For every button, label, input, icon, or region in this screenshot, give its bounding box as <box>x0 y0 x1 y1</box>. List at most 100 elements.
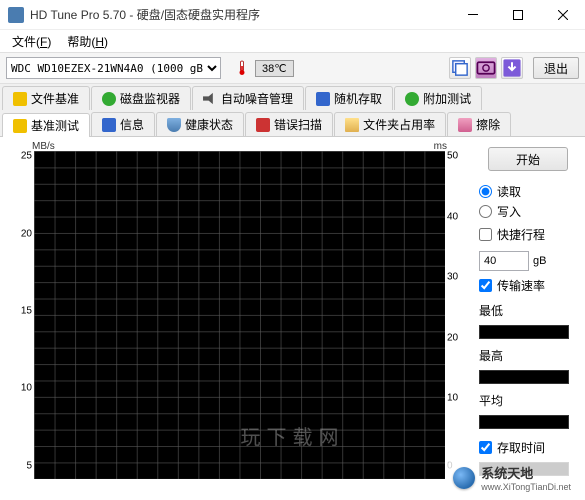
tab-error-scan[interactable]: 错误扫描 <box>245 112 333 136</box>
y-axis-left: MB/s 25 20 15 10 5 <box>6 143 34 479</box>
tab-extra-tests[interactable]: 附加测试 <box>394 86 482 110</box>
access-time-input[interactable] <box>479 441 492 454</box>
y-right-unit: ms <box>434 141 447 152</box>
radio-read-label: 读取 <box>497 183 521 200</box>
avg-label: 平均 <box>479 392 577 409</box>
y-left-tick: 25 <box>21 151 32 162</box>
menu-help[interactable]: 帮助(H) <box>59 31 116 52</box>
tab-label: 健康状态 <box>185 116 233 133</box>
min-value <box>479 325 569 339</box>
radio-write-label: 写入 <box>497 203 521 220</box>
y-right-tick: 50 <box>447 151 458 162</box>
content-area: MB/s 25 20 15 10 5 ms 50 40 30 20 10 0 开… <box>0 137 585 497</box>
tab-label: 信息 <box>120 116 144 133</box>
y-right-tick: 10 <box>447 393 458 404</box>
info-icon <box>102 118 116 132</box>
key-icon <box>13 119 27 133</box>
tab-benchmark[interactable]: 基准测试 <box>2 113 90 137</box>
y-right-tick: 40 <box>447 211 458 222</box>
transfer-rate-input[interactable] <box>479 279 492 292</box>
key-icon <box>13 92 27 106</box>
tab-info[interactable]: 信息 <box>91 112 155 136</box>
app-icon <box>8 7 24 23</box>
drive-select[interactable]: WDC WD10EZEX-21WN4A0 (1000 gB) <box>6 57 221 79</box>
radio-read[interactable]: 读取 <box>479 183 577 200</box>
chart-grid <box>34 151 445 479</box>
tab-label: 磁盘监视器 <box>120 90 180 107</box>
copy-icon[interactable] <box>449 57 471 79</box>
transfer-rate-label: 传输速率 <box>497 277 545 294</box>
avg-value <box>479 415 569 429</box>
window-title: HD Tune Pro 5.70 - 硬盘/固态硬盘实用程序 <box>30 6 450 23</box>
y-left-tick: 5 <box>26 460 32 471</box>
y-left-tick: 20 <box>21 228 32 239</box>
radio-write-input[interactable] <box>479 205 492 218</box>
max-label: 最高 <box>479 347 577 364</box>
shield-icon <box>167 118 181 132</box>
tab-label: 擦除 <box>476 116 500 133</box>
y-axis-right: ms 50 40 30 20 10 0 <box>445 143 469 479</box>
watermark-logo-icon <box>453 467 475 489</box>
tab-folder-usage[interactable]: 文件夹占用率 <box>334 112 446 136</box>
short-stroke-checkbox[interactable]: 快捷行程 <box>479 226 577 243</box>
radio-write[interactable]: 写入 <box>479 203 577 220</box>
speaker-icon <box>203 92 217 106</box>
tab-random-access[interactable]: 随机存取 <box>305 86 393 110</box>
max-value <box>479 370 569 384</box>
random-icon <box>316 92 330 106</box>
temperature-value: 38℃ <box>255 60 294 77</box>
folder-icon <box>345 118 359 132</box>
error-icon <box>256 118 270 132</box>
thermometer-icon <box>235 60 249 76</box>
stroke-size-row: gB <box>479 251 577 271</box>
stroke-size-input[interactable] <box>479 251 529 271</box>
access-time-label: 存取时间 <box>497 439 545 456</box>
access-time-checkbox[interactable]: 存取时间 <box>479 439 577 456</box>
tabs-row-2: 基准测试 信息 健康状态 错误扫描 文件夹占用率 擦除 <box>0 110 585 137</box>
screenshot-icon[interactable] <box>475 57 497 79</box>
minimize-button[interactable] <box>450 0 495 30</box>
tab-label: 错误扫描 <box>274 116 322 133</box>
tab-label: 随机存取 <box>334 90 382 107</box>
toolbar: WDC WD10EZEX-21WN4A0 (1000 gB) 38℃ 退出 <box>0 52 585 84</box>
watermark-name: 系统天地 <box>481 466 533 481</box>
y-left-tick: 10 <box>21 383 32 394</box>
monitor-icon <box>102 92 116 106</box>
tab-label: 附加测试 <box>423 90 471 107</box>
tabs-row-1: 文件基准 磁盘监视器 自动噪音管理 随机存取 附加测试 <box>0 84 585 110</box>
min-label: 最低 <box>479 302 577 319</box>
tab-label: 基准测试 <box>31 117 79 134</box>
transfer-rate-checkbox[interactable]: 传输速率 <box>479 277 577 294</box>
short-stroke-input[interactable] <box>479 228 492 241</box>
y-right-tick: 20 <box>447 332 458 343</box>
watermark: 系统天地 www.XiTongTianDi.net <box>447 461 577 494</box>
tab-label: 文件夹占用率 <box>363 116 435 133</box>
chart-background <box>34 151 445 479</box>
start-button[interactable]: 开始 <box>488 147 568 171</box>
radio-read-input[interactable] <box>479 185 492 198</box>
close-button[interactable] <box>540 0 585 30</box>
tab-label: 文件基准 <box>31 90 79 107</box>
extra-icon <box>405 92 419 106</box>
maximize-button[interactable] <box>495 0 540 30</box>
save-icon[interactable] <box>501 57 523 79</box>
titlebar: HD Tune Pro 5.70 - 硬盘/固态硬盘实用程序 <box>0 0 585 30</box>
menu-file[interactable]: 文件(F) <box>4 31 59 52</box>
eraser-icon <box>458 118 472 132</box>
exit-button[interactable]: 退出 <box>533 57 579 79</box>
tab-erase[interactable]: 擦除 <box>447 112 511 136</box>
tab-health[interactable]: 健康状态 <box>156 112 244 136</box>
y-right-tick: 30 <box>447 272 458 283</box>
tab-disk-monitor[interactable]: 磁盘监视器 <box>91 86 191 110</box>
stroke-size-unit: gB <box>533 255 546 267</box>
y-left-tick: 15 <box>21 306 32 317</box>
tab-label: 自动噪音管理 <box>221 90 293 107</box>
tab-aam[interactable]: 自动噪音管理 <box>192 86 304 110</box>
side-panel: 开始 读取 写入 快捷行程 gB 传输速率 最低 最高 平均 存取时间 <box>469 143 579 497</box>
watermark-url: www.XiTongTianDi.net <box>481 482 571 492</box>
tab-file-benchmark[interactable]: 文件基准 <box>2 86 90 110</box>
menubar: 文件(F) 帮助(H) <box>0 30 585 52</box>
short-stroke-label: 快捷行程 <box>497 226 545 243</box>
mode-radio-group: 读取 写入 <box>479 183 577 220</box>
benchmark-chart: MB/s 25 20 15 10 5 ms 50 40 30 20 10 0 <box>6 143 469 497</box>
